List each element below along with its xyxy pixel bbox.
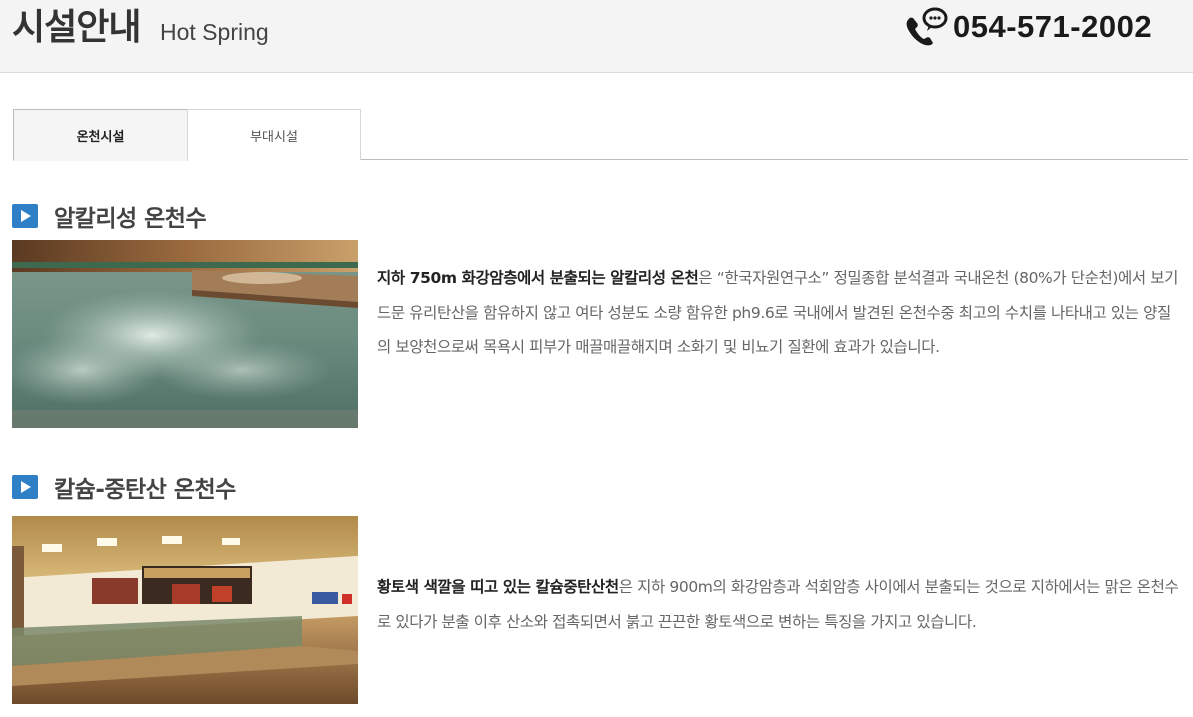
- description-highlight: 칼슘중탄산천: [535, 578, 620, 596]
- description-highlight: 황토색 색깔을 띠고 있는: [377, 578, 536, 596]
- phone-chat-icon: [906, 7, 948, 46]
- section-heading-calcium: 칼슘-중탄산 온천수: [12, 470, 236, 504]
- tab-hot-spring-facilities[interactable]: 온천시설: [13, 109, 188, 161]
- phone-number[interactable]: 054-571-2002: [953, 8, 1152, 46]
- page-subtitle: Hot Spring: [160, 19, 269, 45]
- section-title: 칼슘-중탄산 온천수: [54, 477, 236, 503]
- calcium-spa-hall-photo: [12, 516, 358, 704]
- description-highlight: 지하 750m 화강암층에서 분출되는 알칼리성 온천: [377, 269, 699, 287]
- indoor-hot-spring-pool-photo: [12, 240, 358, 428]
- page-title: 시설안내: [12, 7, 141, 48]
- section-description: 황토색 색깔을 띠고 있는 칼슘중탄산천은 지하 900m의 화강암층과 석회암…: [377, 570, 1182, 639]
- tab-auxiliary-facilities[interactable]: 부대시설: [187, 109, 361, 160]
- play-icon: [12, 475, 38, 499]
- section-heading-alkaline: 알칼리성 온천수: [12, 199, 207, 233]
- section-title: 알칼리성 온천수: [54, 206, 207, 232]
- facility-tabs: 온천시설 부대시설: [13, 109, 1188, 161]
- page-header: 시설안내 Hot Spring 054-571-2002: [0, 0, 1193, 73]
- play-icon: [12, 204, 38, 228]
- section-description: 지하 750m 화강암층에서 분출되는 알칼리성 온천은 “한국자원연구소” 정…: [377, 261, 1182, 365]
